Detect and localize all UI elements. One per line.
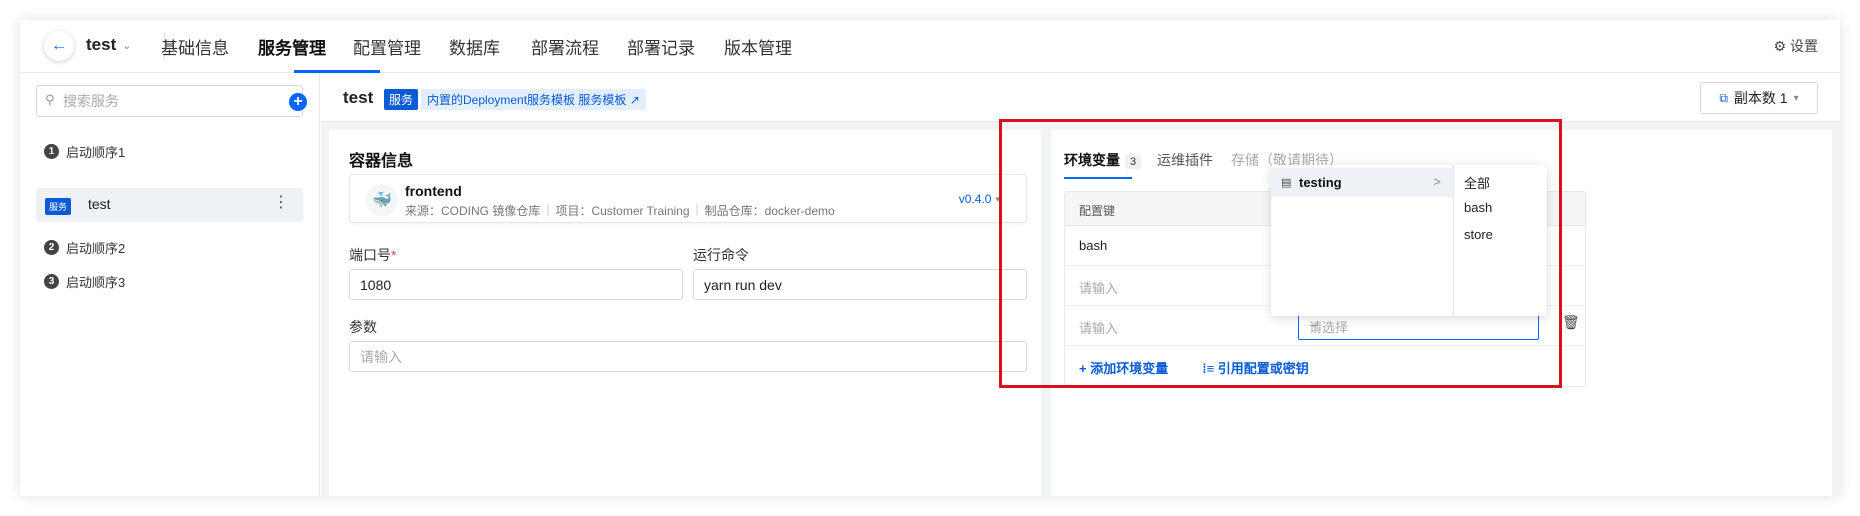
cascader-column-primary: ▤ testing > [1271,165,1454,316]
command-label: 运行命令 [693,247,749,263]
args-input[interactable] [349,341,1027,372]
section-title: 容器信息 [349,153,414,170]
meta-divider: | [695,202,699,216]
replica-label: 副本数 1 [1733,90,1788,106]
meta-repository: 制品仓库：docker-demo [704,204,835,218]
cascader-option-testing[interactable]: ▤ testing > [1271,168,1453,197]
project-name: test [86,35,117,54]
meta-source: 来源：CODING 镜像仓库 [405,204,541,218]
chevron-down-icon: ⌄ [122,39,132,52]
step-number: 2 [44,240,59,255]
service-list-item[interactable]: 服务 test ⋮ [36,188,303,222]
version-select[interactable]: v0.4.0 ▾ [959,192,1000,206]
service-badge: 服务 [45,198,72,215]
chevron-down-icon: ▾ [1793,92,1799,104]
replica-icon: ⧉ [1719,90,1728,105]
page-title: test [343,88,374,107]
service-type-badge: 服务 [384,89,419,110]
tab-version-management[interactable]: 版本管理 [724,34,792,59]
search-box: ⚲ + [36,85,307,117]
step-number: 1 [44,144,59,159]
meta-divider: | [546,202,550,216]
app-window: ← test ⌄ 基础信息 服务管理 配置管理 数据库 部署流程 部署记录 版本… [20,20,1840,496]
version-label: v0.4.0 [958,192,992,206]
option-label: testing [1299,175,1342,190]
cascader-option-store[interactable]: store [1464,227,1493,242]
plus-icon: + [293,93,303,110]
container-info-panel: 容器信息 🐳 frontend 来源：CODING 镜像仓库 | 项目：Cust… [329,130,1041,496]
tab-deploy-records[interactable]: 部署记录 [627,34,695,59]
service-sidebar: ⚲ + 1 启动顺序1 服务 test ⋮ 2 启动顺序2 3 启动顺序3 [20,73,320,496]
add-service-button[interactable]: + [289,93,307,111]
cascader-option-bash[interactable]: bash [1464,200,1492,215]
top-navbar: ← test ⌄ 基础信息 服务管理 配置管理 数据库 部署流程 部署记录 版本… [20,20,1840,73]
port-label: 端口号* [349,245,396,265]
service-header: test 服务 内置的Deployment服务模板 服务模板 ↗ ⧉ 副本数 1… [321,73,1840,122]
meta-project: 项目：Customer Training [555,204,690,218]
step-label: 启动顺序3 [66,275,126,290]
gear-icon: ⚙ [1773,37,1786,54]
template-link[interactable]: 内置的Deployment服务模板 服务模板 ↗ [421,89,646,110]
service-name: test [88,196,111,212]
config-icon: ▤ [1281,177,1292,189]
settings-label: 设置 [1790,38,1818,54]
port-label-text: 端口号 [349,247,391,263]
project-switcher[interactable]: test ⌄ [86,35,131,55]
tab-database[interactable]: 数据库 [449,34,500,59]
container-card: 🐳 frontend 来源：CODING 镜像仓库 | 项目：Customer … [349,174,1027,223]
settings-button[interactable]: ⚙ 设置 [1773,36,1818,56]
container-meta: 来源：CODING 镜像仓库 | 项目：Customer Training | … [405,202,835,219]
startup-step-2: 2 启动顺序2 [44,238,125,257]
cascader-dropdown: ▤ testing > 全部 bash store [1271,165,1547,316]
container-name: frontend [405,183,462,199]
tab-basic-info[interactable]: 基础信息 [161,34,229,59]
args-label: 参数 [349,319,377,335]
back-button[interactable]: ← [44,31,74,61]
step-number: 3 [44,274,59,289]
arrow-left-icon: ← [51,37,67,54]
trash-icon[interactable]: 🗑 [1562,314,1580,331]
tab-config-management[interactable]: 配置管理 [353,34,421,59]
tab-service-management[interactable]: 服务管理 [258,34,326,59]
search-input[interactable] [63,90,263,112]
startup-step-3: 3 启动顺序3 [44,272,125,291]
replica-select[interactable]: ⧉ 副本数 1 ▾ [1700,82,1818,114]
step-label: 启动顺序2 [66,241,126,256]
step-label: 启动顺序1 [66,145,126,160]
startup-step-1: 1 启动顺序1 [44,142,125,161]
required-mark: * [391,247,397,263]
search-icon: ⚲ [45,92,55,107]
cascader-option-all[interactable]: 全部 [1464,173,1490,192]
port-input[interactable] [349,269,683,300]
tab-deploy-flow[interactable]: 部署流程 [531,34,599,59]
command-input[interactable] [693,269,1027,300]
more-vertical-icon[interactable]: ⋮ [273,194,289,212]
docker-icon: 🐳 [366,184,398,216]
chevron-right-icon: > [1433,174,1441,189]
